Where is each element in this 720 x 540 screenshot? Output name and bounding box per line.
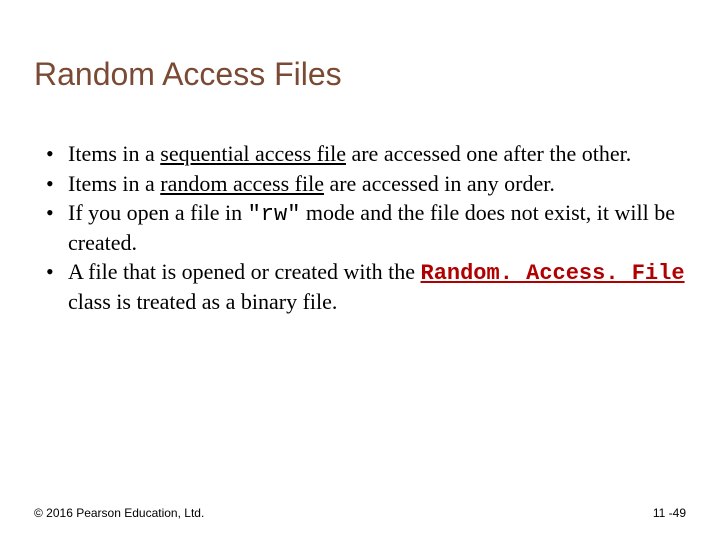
text: class is treated as a binary file. [68, 289, 337, 314]
text: Items in a [68, 171, 160, 196]
text: Items in a [68, 141, 160, 166]
bullet-list: Items in a sequential access file are ac… [40, 140, 686, 315]
text: are accessed in any order. [324, 171, 555, 196]
footer-copyright: © 2016 Pearson Education, Ltd. [34, 506, 204, 520]
slide: Random Access Files Items in a sequentia… [0, 0, 720, 540]
underlined-term: random access file [160, 171, 324, 196]
text: are accessed one after the other. [346, 141, 631, 166]
underlined-term: sequential access file [160, 141, 346, 166]
slide-content: Items in a sequential access file are ac… [40, 140, 686, 317]
class-name: Random. Access. File [421, 261, 685, 286]
text: If you open a file in [68, 200, 248, 225]
mode-literal: "rw" [248, 202, 301, 227]
bullet-item: Items in a sequential access file are ac… [40, 140, 686, 168]
slide-title: Random Access Files [34, 56, 342, 93]
bullet-item: Items in a random access file are access… [40, 170, 686, 198]
text: A file that is opened or created with th… [68, 259, 421, 284]
bullet-item: If you open a file in "rw" mode and the … [40, 199, 686, 256]
bullet-item: A file that is opened or created with th… [40, 258, 686, 315]
footer-page-number: 11 -49 [653, 506, 686, 520]
